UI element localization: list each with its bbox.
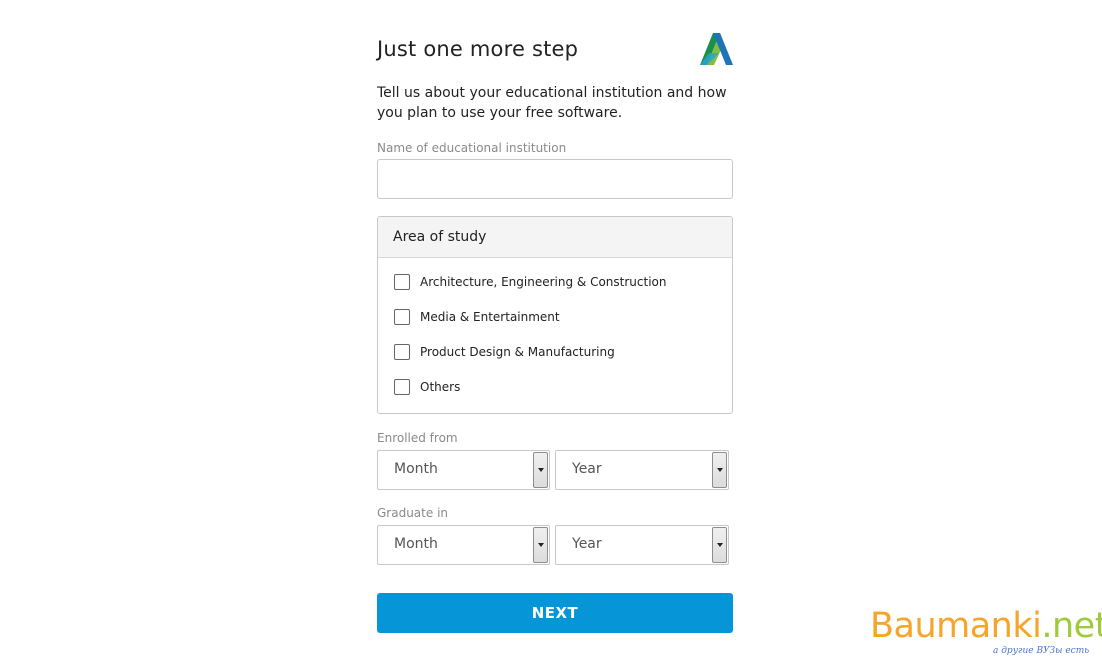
chevron-down-icon[interactable] — [712, 452, 727, 488]
watermark-logo-text: Baumanki.net — [870, 606, 1102, 646]
checkbox[interactable] — [394, 379, 410, 395]
next-button[interactable]: NEXT — [377, 593, 733, 633]
study-option-others[interactable]: Others — [394, 377, 460, 397]
select-value: Year — [572, 536, 602, 552]
chevron-down-icon[interactable] — [533, 527, 548, 563]
select-value: Month — [394, 536, 438, 552]
page-title: Just one more step — [377, 37, 579, 61]
study-option-label: Product Design & Manufacturing — [420, 345, 615, 359]
study-option-product-design[interactable]: Product Design & Manufacturing — [394, 342, 615, 362]
graduate-in-label: Graduate in — [377, 506, 449, 520]
site-watermark: Baumanki.net а другие ВУЗы есть — [870, 606, 1102, 661]
study-option-label: Media & Entertainment — [420, 310, 560, 324]
enrolled-year-select[interactable]: Year — [555, 450, 729, 490]
institution-label: Name of educational institution — [377, 141, 567, 155]
select-value: Month — [394, 461, 438, 477]
graduate-month-select[interactable]: Month — [377, 525, 550, 565]
page-subtitle: Tell us about your educational instituti… — [377, 85, 727, 121]
chevron-down-icon[interactable] — [533, 452, 548, 488]
study-option-label: Others — [420, 380, 461, 394]
checkbox[interactable] — [394, 274, 410, 290]
checkbox[interactable] — [394, 309, 410, 325]
chevron-down-icon[interactable] — [712, 527, 727, 563]
study-option-media[interactable]: Media & Entertainment — [394, 307, 560, 327]
enrolled-from-label: Enrolled from — [377, 431, 458, 445]
select-value: Year — [572, 461, 602, 477]
study-option-label: Architecture, Engineering & Construction — [420, 275, 667, 289]
enrolled-month-select[interactable]: Month — [377, 450, 550, 490]
autodesk-logo-icon — [700, 33, 733, 65]
area-of-study-header: Area of study — [378, 217, 732, 258]
watermark-tagline: а другие ВУЗы есть — [993, 646, 1090, 656]
graduate-year-select[interactable]: Year — [555, 525, 729, 565]
checkbox[interactable] — [394, 344, 410, 360]
institution-input[interactable] — [377, 159, 733, 199]
page: Just one more step Tell us about your ed… — [0, 0, 1102, 665]
study-option-aec[interactable]: Architecture, Engineering & Construction — [394, 272, 667, 292]
area-of-study-panel: Area of study Architecture, Engineering … — [377, 216, 733, 414]
